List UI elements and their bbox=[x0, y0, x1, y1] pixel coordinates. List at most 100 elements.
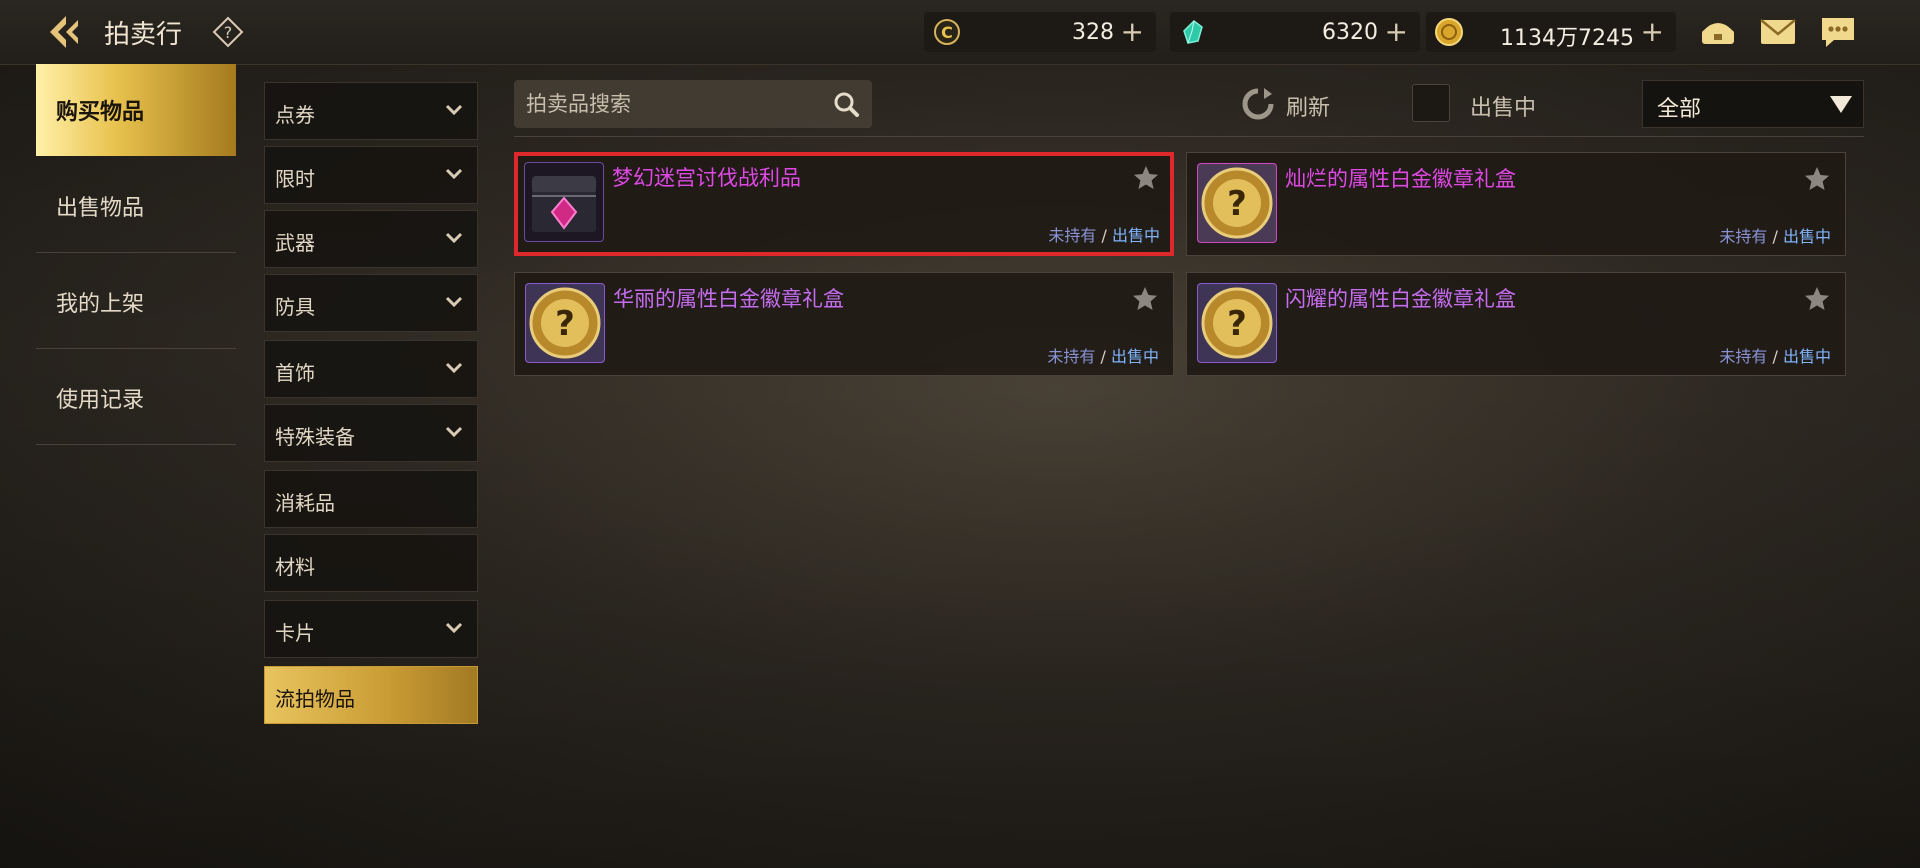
filter-dropdown[interactable]: 全部 bbox=[1642, 80, 1864, 128]
sale-status: 出售中 bbox=[1782, 227, 1831, 246]
ownership-status: 未持有 bbox=[1719, 347, 1768, 366]
category-unsold-items[interactable]: 流拍物品 bbox=[264, 666, 478, 724]
storage-button[interactable] bbox=[1698, 14, 1738, 50]
category-label: 消耗品 bbox=[275, 491, 335, 515]
crystal-add-button[interactable]: + bbox=[1385, 15, 1408, 48]
chevron-down-icon bbox=[445, 296, 463, 308]
gold-value: 1134万7245 bbox=[1500, 26, 1634, 51]
chevron-down-icon bbox=[445, 426, 463, 438]
category-label: 限时 bbox=[275, 167, 315, 191]
coupon-add-button[interactable]: + bbox=[1121, 15, 1144, 48]
refresh-button[interactable]: 刷新 bbox=[1240, 82, 1340, 126]
category-material[interactable]: 材料 bbox=[264, 534, 478, 592]
category-accessory[interactable]: 首饰 bbox=[264, 340, 478, 398]
refresh-icon bbox=[1242, 88, 1274, 120]
help-button[interactable]: ? bbox=[212, 16, 244, 48]
chevron-down-icon bbox=[445, 104, 463, 116]
nav-label: 购买物品 bbox=[56, 100, 145, 125]
nav-buy-items[interactable]: 购买物品 bbox=[36, 64, 236, 156]
chat-icon bbox=[1822, 18, 1854, 47]
category-label: 特殊装备 bbox=[275, 425, 355, 449]
item-card[interactable]: ? 闪耀的属性白金徽章礼盒 未持有 / 出售中 bbox=[1186, 272, 1846, 376]
item-name: 华丽的属性白金徽章礼盒 bbox=[613, 287, 844, 311]
status-separator: / bbox=[1096, 226, 1112, 245]
refresh-label: 刷新 bbox=[1286, 96, 1331, 121]
nav-divider bbox=[36, 444, 236, 445]
nav-label: 我的上架 bbox=[56, 292, 145, 317]
category-consumable[interactable]: 消耗品 bbox=[264, 470, 478, 528]
favorite-star-icon[interactable] bbox=[1132, 164, 1160, 192]
ownership-status: 未持有 bbox=[1047, 347, 1096, 366]
filter-value: 全部 bbox=[1657, 97, 1702, 122]
status-separator: / bbox=[1767, 347, 1783, 366]
category-label: 防具 bbox=[275, 295, 315, 319]
currency-coupon: C 328 + bbox=[924, 12, 1156, 52]
currency-gold: 1134万7245 + bbox=[1426, 12, 1676, 52]
category-weapon[interactable]: 武器 bbox=[264, 210, 478, 268]
on-sale-label: 出售中 bbox=[1470, 96, 1537, 121]
storage-chest-icon bbox=[1702, 23, 1734, 44]
mail-button[interactable] bbox=[1758, 14, 1798, 50]
crystal-icon bbox=[1183, 20, 1203, 44]
search-input[interactable] bbox=[524, 88, 818, 120]
item-name: 灿烂的属性白金徽章礼盒 bbox=[1285, 167, 1516, 191]
mystery-badge-box-icon: ? bbox=[1197, 163, 1277, 243]
favorite-star-icon[interactable] bbox=[1803, 165, 1831, 193]
gold-add-button[interactable]: + bbox=[1641, 15, 1664, 48]
item-card[interactable]: ? 华丽的属性白金徽章礼盒 未持有 / 出售中 bbox=[514, 272, 1174, 376]
category-armor[interactable]: 防具 bbox=[264, 274, 478, 332]
status-separator: / bbox=[1095, 347, 1111, 366]
nav-sell-items[interactable]: 出售物品 bbox=[36, 160, 236, 252]
svg-text:?: ? bbox=[1227, 184, 1247, 224]
item-name: 闪耀的属性白金徽章礼盒 bbox=[1285, 287, 1516, 311]
svg-text:?: ? bbox=[555, 304, 575, 344]
nav-usage-history[interactable]: 使用记录 bbox=[36, 352, 236, 444]
coupon-icon: C bbox=[934, 19, 960, 45]
nav-label: 使用记录 bbox=[56, 388, 145, 413]
category-label: 流拍物品 bbox=[275, 687, 355, 711]
sale-status: 出售中 bbox=[1111, 226, 1160, 245]
top-bar: 拍卖行 ? C 328 + 6320 + 1134万7245 + bbox=[0, 0, 1920, 65]
status-separator: / bbox=[1767, 227, 1783, 246]
svg-text:?: ? bbox=[1227, 304, 1247, 344]
nav-my-listings[interactable]: 我的上架 bbox=[36, 256, 236, 348]
category-limited[interactable]: 限时 bbox=[264, 146, 478, 204]
nav-divider bbox=[36, 252, 236, 253]
back-button[interactable] bbox=[44, 10, 88, 54]
coupon-value: 328 bbox=[1072, 20, 1114, 45]
chat-button[interactable] bbox=[1818, 14, 1858, 50]
on-sale-filter[interactable]: 出售中 bbox=[1412, 84, 1562, 124]
chevron-down-icon bbox=[445, 168, 463, 180]
page-title: 拍卖行 bbox=[104, 20, 183, 50]
chevron-down-icon bbox=[445, 622, 463, 634]
gold-coin-icon bbox=[1435, 18, 1463, 46]
sale-status: 出售中 bbox=[1110, 347, 1159, 366]
category-special-equipment[interactable]: 特殊装备 bbox=[264, 404, 478, 462]
category-label: 材料 bbox=[275, 555, 315, 579]
ownership-status: 未持有 bbox=[1048, 226, 1097, 245]
sale-status: 出售中 bbox=[1782, 347, 1831, 366]
mystery-badge-box-icon: ? bbox=[1197, 283, 1277, 363]
item-card[interactable]: 梦幻迷宫讨伐战利品 未持有 / 出售中 bbox=[514, 152, 1174, 256]
category-card[interactable]: 卡片 bbox=[264, 600, 478, 658]
back-arrow-icon bbox=[50, 16, 78, 48]
item-status: 未持有 / 出售中 bbox=[1048, 222, 1160, 246]
on-sale-checkbox[interactable] bbox=[1412, 84, 1450, 122]
favorite-star-icon[interactable] bbox=[1803, 285, 1831, 313]
category-label: 武器 bbox=[275, 231, 315, 255]
nav-label: 出售物品 bbox=[56, 196, 145, 221]
category-label: 卡片 bbox=[275, 621, 315, 645]
chevron-down-icon bbox=[445, 362, 463, 374]
item-status: 未持有 / 出售中 bbox=[1719, 343, 1831, 367]
item-status: 未持有 / 出售中 bbox=[1047, 343, 1159, 367]
mystery-badge-box-icon: ? bbox=[525, 283, 605, 363]
triangle-down-icon bbox=[1830, 96, 1852, 113]
treasure-chest-icon bbox=[524, 162, 604, 242]
category-coupon[interactable]: 点券 bbox=[264, 82, 478, 140]
favorite-star-icon[interactable] bbox=[1131, 285, 1159, 313]
item-status: 未持有 / 出售中 bbox=[1719, 223, 1831, 247]
category-label: 首饰 bbox=[275, 361, 315, 385]
toolbar-divider bbox=[514, 136, 1864, 137]
search-icon[interactable] bbox=[832, 90, 860, 118]
item-card[interactable]: ? 灿烂的属性白金徽章礼盒 未持有 / 出售中 bbox=[1186, 152, 1846, 256]
